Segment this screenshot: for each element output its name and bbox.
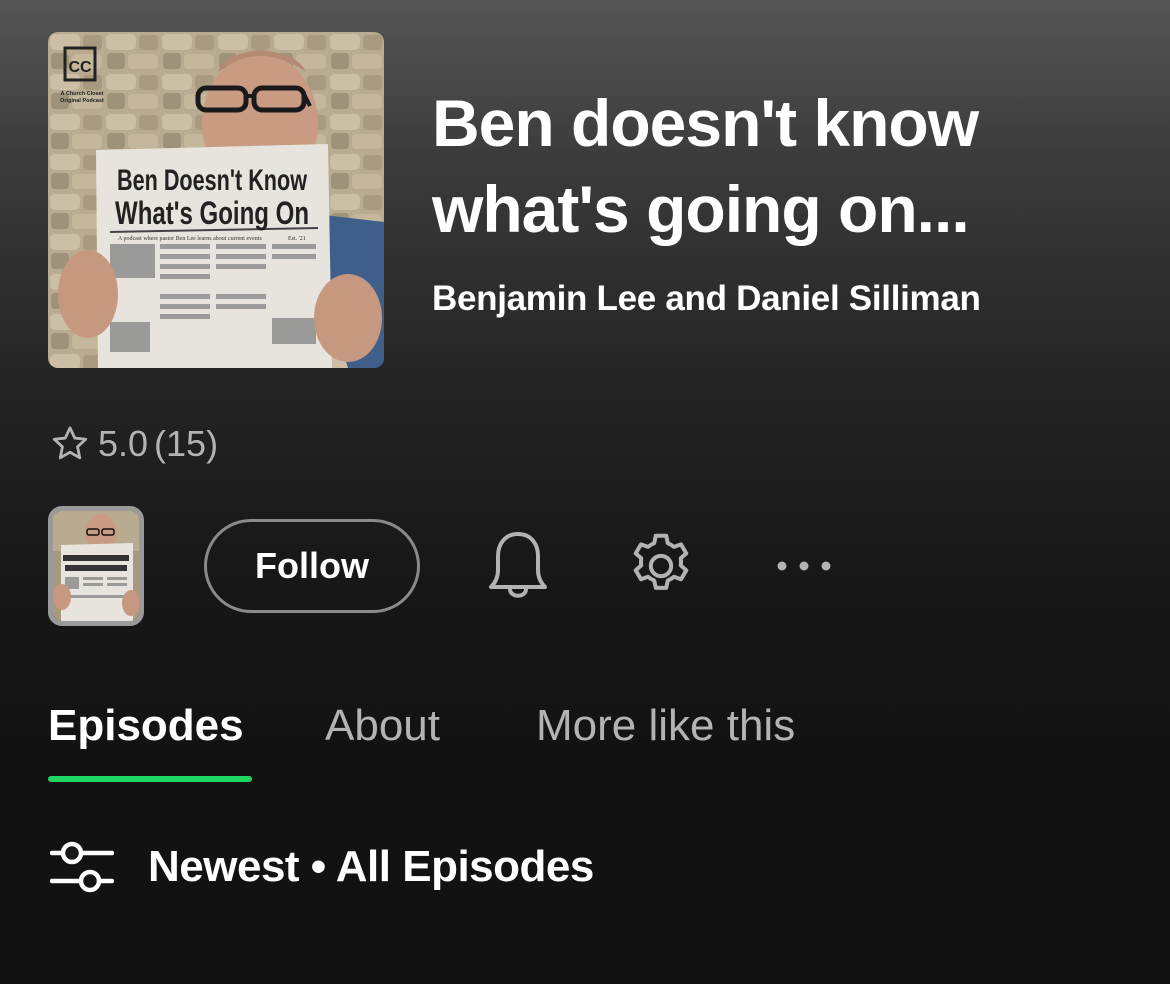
gear-icon [633, 533, 689, 590]
sort-label: Newest • All Episodes [148, 842, 594, 891]
bell-icon [489, 532, 547, 598]
cover-headline-line2: What's Going On [115, 195, 309, 231]
notifications-button[interactable] [478, 526, 558, 606]
rating[interactable]: 5.0 (15) [48, 420, 218, 468]
active-tab-indicator [48, 776, 252, 782]
follow-button[interactable]: Follow [204, 519, 420, 613]
rating-count: (15) [154, 423, 219, 464]
podcast-author[interactable]: Benjamin Lee and Daniel Silliman [432, 279, 981, 319]
podcast-thumbnail[interactable] [48, 506, 144, 626]
cover-logo-caption-2: Original Podcast [60, 98, 104, 104]
podcast-title: Ben doesn't know what's going on... [432, 86, 979, 246]
cover-logo-caption-1: A Church Closet [61, 91, 104, 97]
settings-button[interactable] [621, 526, 701, 606]
more-options-button[interactable] [764, 540, 844, 592]
tab-more-like-this[interactable]: More like this [536, 692, 795, 782]
cover-est: Est. '21 [288, 236, 306, 242]
cover-tagline: A podcast where pastor Ben Lee learns ab… [118, 236, 262, 242]
tab-episodes[interactable]: Episodes [48, 692, 252, 782]
sort-filter-button[interactable]: Newest • All Episodes [50, 836, 594, 898]
podcast-cover-art: Ben Doesn't Know What's Going On A podca… [48, 32, 384, 368]
rating-score: 5.0 [98, 423, 149, 464]
star-outline-icon [52, 426, 88, 460]
cover-headline-line1: Ben Doesn't Know [117, 164, 307, 197]
sliders-icon [50, 841, 114, 893]
cover-logo-text: CC [68, 59, 92, 76]
more-horizontal-icon [777, 561, 831, 571]
tab-about[interactable]: About [325, 692, 440, 782]
